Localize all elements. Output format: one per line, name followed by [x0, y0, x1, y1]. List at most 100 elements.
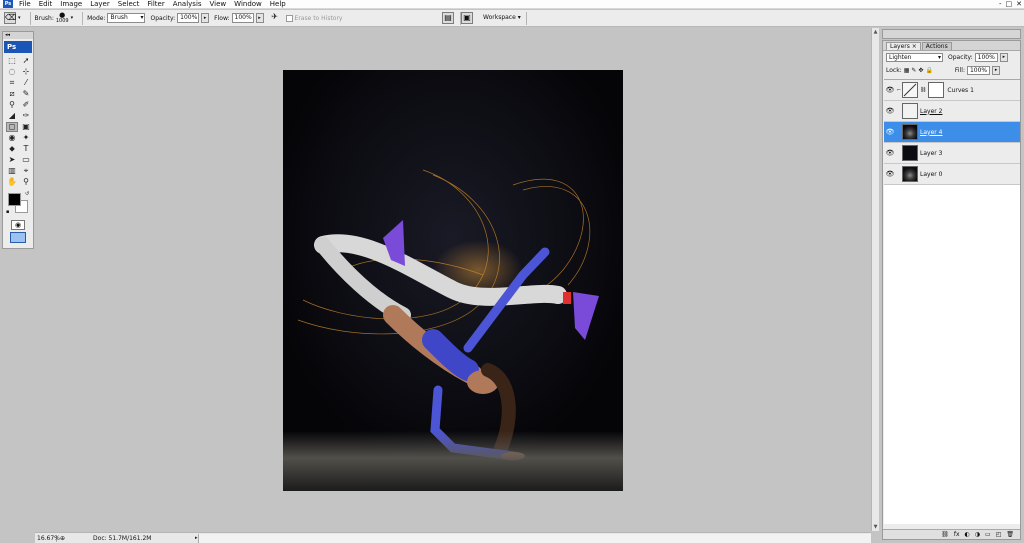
- path-selection-tool-icon[interactable]: ⬥: [6, 144, 18, 154]
- layer-row[interactable]: 👁 Layer 0: [884, 164, 1020, 185]
- opacity-input[interactable]: 100%: [177, 13, 200, 23]
- magic-wand-tool-icon[interactable]: ⊹: [20, 67, 32, 77]
- visibility-eye-icon[interactable]: 👁: [884, 128, 896, 136]
- menu-layer[interactable]: Layer: [86, 0, 114, 9]
- canvas-vertical-scrollbar[interactable]: ▲ ▼: [871, 28, 879, 531]
- visibility-eye-icon[interactable]: 👁: [884, 170, 896, 178]
- workspace-menu[interactable]: Workspace ▾: [483, 14, 521, 21]
- delete-layer-icon[interactable]: 🗑: [1006, 530, 1014, 539]
- zoom-level[interactable]: 16.67%: [35, 534, 60, 542]
- blur-tool-icon[interactable]: ◻: [6, 122, 18, 132]
- document-size[interactable]: Doc: 51.7M/161.2M: [65, 535, 195, 542]
- foreground-color-swatch[interactable]: [8, 193, 21, 206]
- crop-tool-icon[interactable]: ⌗: [6, 78, 18, 88]
- document-canvas[interactable]: [283, 70, 623, 491]
- lock-position-icon[interactable]: ✥: [918, 67, 923, 74]
- healing-brush-tool-icon[interactable]: ⧄: [6, 89, 18, 99]
- scroll-down-icon[interactable]: ▼: [872, 523, 879, 531]
- brush-picker[interactable]: ● 1009: [56, 12, 69, 25]
- lock-all-icon[interactable]: 🔒: [925, 67, 932, 74]
- menu-file[interactable]: File: [15, 0, 35, 9]
- tab-actions[interactable]: Actions: [921, 42, 952, 50]
- eraser-tool-preset-icon[interactable]: ⌫: [4, 12, 16, 24]
- layer-style-icon[interactable]: fx: [954, 530, 960, 539]
- mode-select[interactable]: Brush ▾: [107, 13, 146, 23]
- pen-tool-icon[interactable]: ◉: [6, 133, 18, 143]
- new-layer-icon[interactable]: ◰: [996, 530, 1002, 539]
- new-group-icon[interactable]: ▭: [985, 530, 991, 539]
- menu-analysis[interactable]: Analysis: [169, 0, 206, 9]
- flow-input[interactable]: 100%: [231, 13, 254, 23]
- lasso-tool-icon[interactable]: ◌: [6, 67, 18, 77]
- panel-tabs: Layers × Actions: [883, 41, 1020, 51]
- sparkle-tool-icon[interactable]: ✦: [20, 133, 32, 143]
- mask-link-icon[interactable]: ⛓: [920, 87, 926, 93]
- visibility-eye-icon[interactable]: 👁: [884, 107, 896, 115]
- layer-row[interactable]: 👁 Layer 2: [884, 101, 1020, 122]
- 3d-tool-icon[interactable]: ▥: [6, 166, 18, 176]
- lock-image-icon[interactable]: ✎: [911, 67, 916, 74]
- brush-panel-icon[interactable]: ▤: [442, 12, 454, 24]
- menu-image[interactable]: Image: [56, 0, 86, 9]
- direct-selection-tool-icon[interactable]: ➤: [6, 155, 18, 165]
- document-info-icon[interactable]: ⊕: [57, 535, 65, 542]
- link-layers-icon[interactable]: ⛓: [941, 530, 949, 539]
- quick-mask-icon[interactable]: ◉: [11, 220, 25, 230]
- eyedropper-tool-icon[interactable]: ⁄: [20, 78, 32, 88]
- adjustment-layer-icon[interactable]: ◑: [975, 530, 980, 539]
- layer-opacity-input[interactable]: 100%: [974, 53, 998, 62]
- layer-row-selected[interactable]: 👁 Layer 4: [884, 122, 1020, 143]
- application-frame-icon[interactable]: ▣: [461, 12, 473, 24]
- minimize-icon[interactable]: -: [999, 0, 1002, 9]
- type-tool-icon[interactable]: T: [20, 144, 32, 154]
- menu-window[interactable]: Window: [230, 0, 266, 9]
- layer-mask-thumbnail[interactable]: [928, 82, 945, 98]
- panel-dock-header[interactable]: [882, 29, 1021, 39]
- brush-label: Brush:: [34, 14, 54, 22]
- 3d-rotate-tool-icon[interactable]: ⌖: [20, 166, 32, 176]
- tool-options-bar: ⌫ ▾ Brush: ● 1009 ▾ Mode: Brush ▾ Opacit…: [0, 10, 1024, 27]
- flow-slider-toggle[interactable]: ▸: [255, 13, 264, 23]
- fill-input[interactable]: 100%: [966, 66, 991, 75]
- swap-colors-icon[interactable]: ↺: [25, 191, 29, 197]
- default-colors-icon[interactable]: ▪: [6, 209, 9, 215]
- blend-mode-select[interactable]: Lighten: [886, 53, 943, 62]
- eraser-tool-icon[interactable]: ◢: [6, 111, 18, 121]
- canvas-horizontal-scrollbar[interactable]: [197, 533, 871, 543]
- dodge-tool-icon[interactable]: ▣: [20, 122, 32, 132]
- menu-help[interactable]: Help: [266, 0, 290, 9]
- fill-slider-toggle[interactable]: ▸: [992, 66, 1001, 75]
- airbrush-icon[interactable]: ✈: [269, 12, 281, 24]
- clone-stamp-tool-icon[interactable]: ⚲: [6, 100, 18, 110]
- shape-tool-icon[interactable]: ▭: [20, 155, 32, 165]
- tab-layers[interactable]: Layers ×: [886, 42, 921, 50]
- gradient-tool-icon[interactable]: ✑: [20, 111, 32, 121]
- toolbox-collapse-icon[interactable]: ◂◂: [3, 32, 33, 39]
- layer-row[interactable]: 👁 ⌐ ⛓ Curves 1: [884, 80, 1020, 101]
- erase-to-history-checkbox[interactable]: [285, 14, 293, 22]
- visibility-eye-icon[interactable]: 👁: [884, 149, 896, 157]
- opacity-slider-toggle[interactable]: ▸: [201, 13, 210, 23]
- menu-view[interactable]: View: [206, 0, 231, 9]
- chevron-down-icon[interactable]: ▾: [71, 15, 74, 21]
- close-icon[interactable]: ✕: [1016, 0, 1022, 9]
- brush-tool-icon[interactable]: ✎: [20, 89, 32, 99]
- add-mask-icon[interactable]: ◐: [965, 530, 970, 539]
- scroll-up-icon[interactable]: ▲: [872, 28, 879, 36]
- zoom-tool-icon[interactable]: ⚲: [20, 177, 32, 187]
- maximize-icon[interactable]: □: [1006, 0, 1013, 9]
- hand-tool-icon[interactable]: ✋: [6, 177, 18, 187]
- layer-opacity-slider-toggle[interactable]: ▸: [999, 53, 1008, 62]
- chevron-down-icon[interactable]: ▾: [18, 15, 21, 21]
- visibility-eye-icon[interactable]: 👁: [884, 86, 896, 94]
- lock-transparency-icon[interactable]: ▦: [904, 67, 910, 74]
- move-tool-icon[interactable]: ➚: [20, 56, 32, 66]
- layer-row[interactable]: 👁 Layer 3: [884, 143, 1020, 164]
- marquee-tool-icon[interactable]: ⬚: [6, 56, 18, 66]
- screen-mode-icon[interactable]: [10, 232, 26, 243]
- menu-select[interactable]: Select: [114, 0, 144, 9]
- history-brush-tool-icon[interactable]: ✐: [20, 100, 32, 110]
- menu-edit[interactable]: Edit: [35, 0, 57, 9]
- menu-filter[interactable]: Filter: [143, 0, 168, 9]
- blend-row: Lighten Opacity: 100% ▸: [883, 51, 1020, 64]
